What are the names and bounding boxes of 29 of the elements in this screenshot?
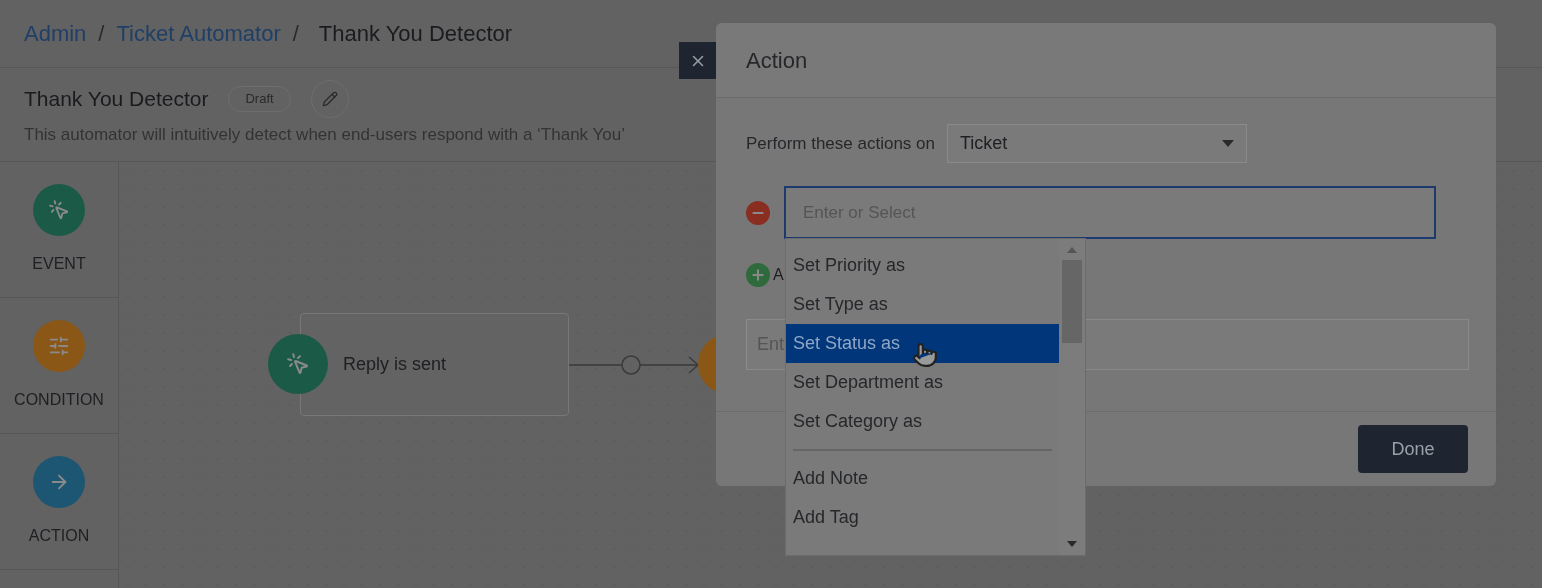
dropdown-option[interactable]: Set Status as xyxy=(786,324,1060,363)
sliders-icon xyxy=(48,334,70,357)
sidebar-item[interactable]: CONDITION xyxy=(0,298,118,434)
sidebar-item[interactable]: ACTION xyxy=(0,434,118,570)
add-icon[interactable] xyxy=(746,263,770,287)
caret-icon xyxy=(1222,140,1234,147)
done-button[interactable]: Done xyxy=(1358,425,1468,473)
flow-node[interactable]: Reply is sent xyxy=(300,313,569,416)
dropdown-option[interactable]: Set Category as xyxy=(786,402,1060,441)
cursor-click-icon xyxy=(286,352,310,376)
remove-icon[interactable] xyxy=(746,200,770,225)
scroll-up-icon[interactable] xyxy=(1067,247,1078,253)
add-action-link[interactable]: A xyxy=(773,263,784,287)
breadcrumb-separator: / xyxy=(98,20,105,48)
breadcrumb-separator: / xyxy=(292,20,299,48)
page-title: Thank You Detector xyxy=(318,20,513,48)
hand-cursor-icon xyxy=(912,342,938,368)
target-select[interactable]: Ticket xyxy=(947,124,1247,163)
cursor-click-icon xyxy=(48,198,70,221)
dropdown-option[interactable]: Add Tag xyxy=(786,498,1060,537)
perform-label: Perform these actions on xyxy=(746,132,935,155)
scroll-down-icon[interactable] xyxy=(1067,541,1078,547)
dropdown-option[interactable]: Add Note xyxy=(786,459,1060,498)
pencil-icon xyxy=(321,91,338,107)
close-button[interactable] xyxy=(679,42,716,79)
dropdown-option[interactable]: Set Priority as xyxy=(786,246,1060,285)
sidebar-item[interactable]: EVENT xyxy=(0,162,118,298)
automator-title: Thank You Detector xyxy=(24,86,209,113)
dialog-title: Action xyxy=(746,46,808,75)
